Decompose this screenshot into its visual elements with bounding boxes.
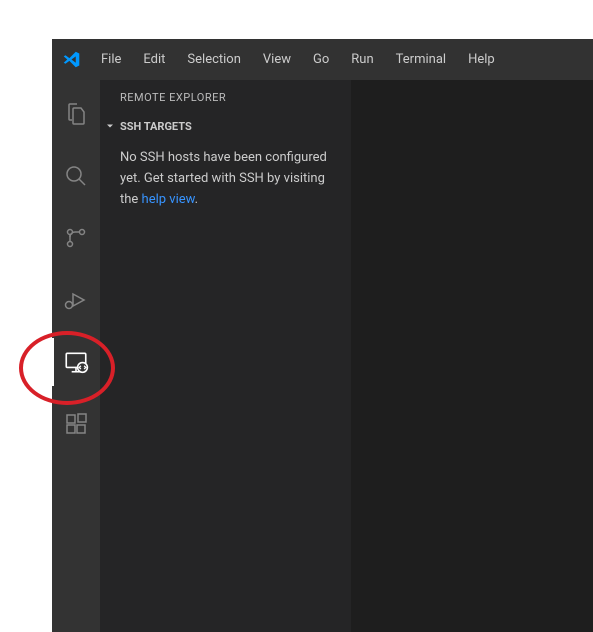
source-control-icon	[64, 226, 88, 250]
menubar: File Edit Selection View Go Run Terminal…	[52, 39, 593, 80]
menu-file[interactable]: File	[92, 48, 130, 71]
activity-bar	[52, 80, 100, 632]
menu-go[interactable]: Go	[304, 48, 338, 71]
help-view-link[interactable]: help view	[142, 192, 195, 207]
menu-terminal[interactable]: Terminal	[387, 48, 455, 71]
activity-extensions[interactable]	[52, 400, 100, 448]
chevron-down-icon	[103, 119, 117, 133]
section-label: SSH TARGETS	[120, 120, 192, 133]
activity-search[interactable]	[52, 152, 100, 200]
debug-icon	[64, 288, 88, 312]
extensions-icon	[64, 412, 88, 436]
empty-ssh-message: No SSH hosts have been configured yet. G…	[100, 137, 351, 221]
activity-explorer[interactable]	[52, 90, 100, 138]
empty-text-suffix: .	[195, 192, 198, 207]
remote-explorer-icon	[63, 349, 89, 375]
sidebar: REMOTE EXPLORER SSH TARGETS No SSH hosts…	[100, 80, 351, 632]
activity-source-control[interactable]	[52, 214, 100, 262]
editor-area	[351, 80, 593, 632]
menu-view[interactable]: View	[254, 48, 300, 71]
menu-edit[interactable]: Edit	[134, 48, 174, 71]
files-icon	[64, 102, 88, 126]
activity-run-debug[interactable]	[52, 276, 100, 324]
vscode-logo-icon	[62, 51, 80, 69]
activity-remote-explorer[interactable]	[52, 338, 100, 386]
menu-selection[interactable]: Selection	[178, 48, 249, 71]
menu-run[interactable]: Run	[342, 48, 382, 71]
section-ssh-targets[interactable]: SSH TARGETS	[100, 115, 351, 137]
menu-help[interactable]: Help	[459, 48, 504, 71]
sidebar-title: REMOTE EXPLORER	[100, 80, 351, 115]
search-icon	[64, 164, 88, 188]
